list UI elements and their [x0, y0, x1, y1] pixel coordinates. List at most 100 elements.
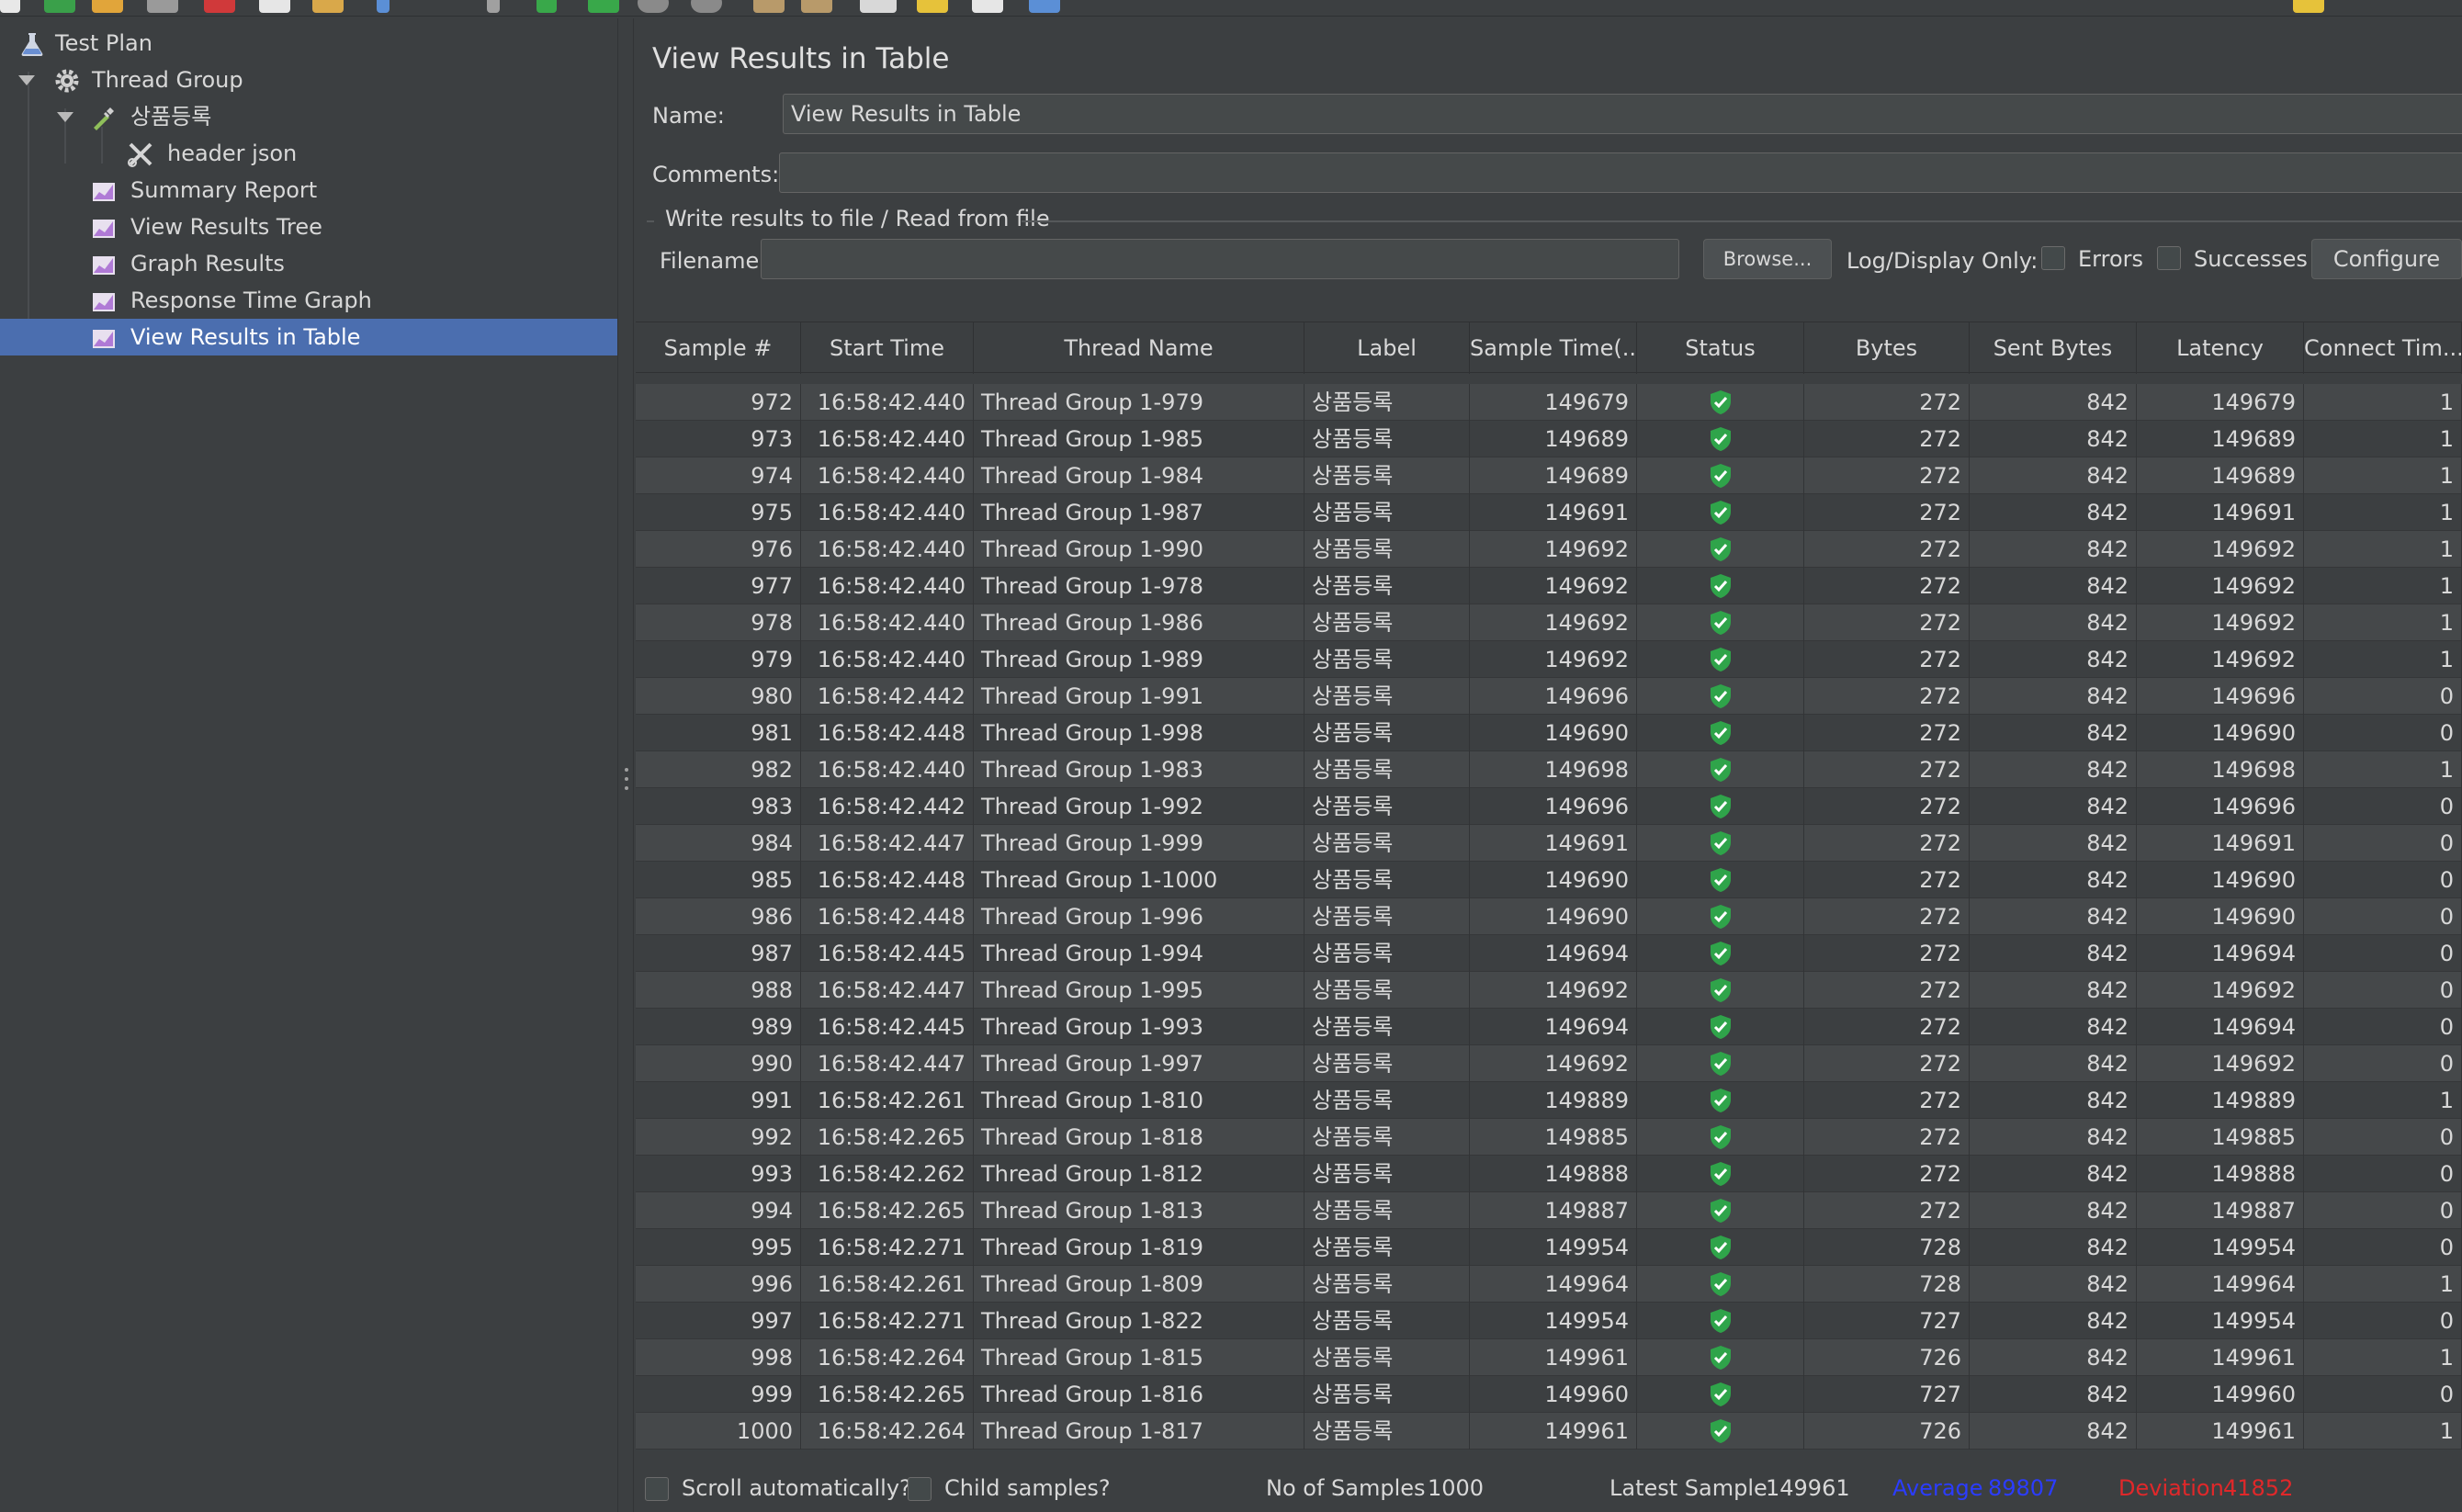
results-table[interactable]: Sample # Start Time Thread Name Label Sample… [636, 322, 2462, 1451]
cell-thread-name: Thread Group 1-989 [974, 641, 1304, 678]
tree-item-thread-group[interactable]: Thread Group [0, 62, 617, 98]
clear-icon[interactable] [860, 0, 897, 13]
configure-button[interactable]: Configure [2311, 239, 2462, 279]
start-icon[interactable] [536, 0, 557, 13]
status-cell [1637, 1009, 1804, 1045]
table-row[interactable]: 994 16:58:42.265 Thread Group 1-813 상품등록 149… [636, 1192, 2462, 1229]
cell-sent-bytes: 842 [1970, 384, 2137, 421]
table-row[interactable]: 985 16:58:42.448 Thread Group 1-1000 상품등록 14… [636, 862, 2462, 898]
column-header-latency[interactable]: Latency [2137, 322, 2304, 374]
templates-icon[interactable] [44, 0, 75, 13]
table-row[interactable]: 973 16:58:42.440 Thread Group 1-985 상품등록 149… [636, 421, 2462, 457]
expand-icon[interactable] [377, 0, 390, 13]
scroll-automatically-checkbox[interactable] [645, 1477, 669, 1501]
tree-item-view-results-in-table[interactable]: View Results in Table [0, 319, 617, 355]
column-header-status[interactable]: Status [1637, 322, 1804, 374]
cell-sample-time: 149696 [1470, 788, 1637, 825]
table-row[interactable]: 984 16:58:42.447 Thread Group 1-999 상품등록 149… [636, 825, 2462, 862]
search-icon[interactable] [917, 0, 948, 13]
comments-field[interactable] [779, 152, 2462, 193]
table-row[interactable]: 979 16:58:42.440 Thread Group 1-989 상품등록 149… [636, 641, 2462, 678]
cell-sample-time: 149692 [1470, 568, 1637, 604]
cell-bytes: 272 [1804, 751, 1970, 788]
tree-item-test-plan[interactable]: Test Plan [0, 25, 617, 62]
tree-item-header-json[interactable]: header json [0, 135, 617, 172]
remote-start-icon[interactable] [753, 0, 785, 13]
tree-item-graph-results[interactable]: Graph Results [0, 245, 617, 282]
table-row[interactable]: 982 16:58:42.440 Thread Group 1-983 상품등록 149… [636, 751, 2462, 788]
table-row[interactable]: 1000 16:58:42.264 Thread Group 1-817 상품등록 14… [636, 1413, 2462, 1450]
table-row[interactable]: 992 16:58:42.265 Thread Group 1-818 상품등록 149… [636, 1119, 2462, 1156]
cut-icon[interactable] [204, 0, 235, 13]
successes-checkbox[interactable] [2157, 246, 2181, 270]
table-row[interactable]: 996 16:58:42.261 Thread Group 1-809 상품등록 149… [636, 1266, 2462, 1303]
scroll-automatically-label: Scroll automatically? [682, 1475, 911, 1501]
table-row[interactable]: 975 16:58:42.440 Thread Group 1-987 상품등록 149… [636, 494, 2462, 531]
tree-item-label: Graph Results [130, 251, 285, 276]
browse-button[interactable]: Browse... [1703, 239, 1832, 279]
stop-icon[interactable] [638, 0, 669, 13]
column-header-connect-time[interactable]: Connect Tim... [2304, 322, 2462, 374]
name-field[interactable]: View Results in Table [783, 94, 2462, 134]
table-row[interactable]: 991 16:58:42.261 Thread Group 1-810 상품등록 149… [636, 1082, 2462, 1119]
help-icon[interactable] [1029, 0, 1060, 13]
cell-bytes: 272 [1804, 1082, 1970, 1119]
panel-splitter[interactable] [617, 18, 634, 1512]
table-row[interactable]: 978 16:58:42.440 Thread Group 1-986 상품등록 149… [636, 604, 2462, 641]
warning-icon[interactable] [2293, 0, 2324, 13]
table-row[interactable]: 983 16:58:42.442 Thread Group 1-992 상품등록 149… [636, 788, 2462, 825]
column-header-bytes[interactable]: Bytes [1804, 322, 1970, 374]
copy-icon[interactable] [259, 0, 290, 13]
filename-field[interactable] [761, 239, 1679, 279]
errors-checkbox[interactable] [2041, 246, 2065, 270]
tree-item-response-time-graph[interactable]: Response Time Graph [0, 282, 617, 319]
tree-item-view-results-tree[interactable]: View Results Tree [0, 209, 617, 245]
column-header-start-time[interactable]: Start Time [801, 322, 974, 374]
table-row[interactable]: 974 16:58:42.440 Thread Group 1-984 상품등록 149… [636, 457, 2462, 494]
cell-sample-number: 977 [636, 568, 801, 604]
new-icon[interactable] [0, 0, 20, 13]
table-row[interactable]: 972 16:58:42.440 Thread Group 1-979 상품등록 149… [636, 384, 2462, 421]
cell-bytes: 272 [1804, 641, 1970, 678]
column-header-sent-bytes[interactable]: Sent Bytes [1970, 322, 2137, 374]
column-header-thread-name[interactable]: Thread Name [974, 322, 1304, 374]
table-row[interactable]: 999 16:58:42.265 Thread Group 1-816 상품등록 149… [636, 1376, 2462, 1413]
cell-latency: 149954 [2137, 1229, 2304, 1266]
table-row[interactable]: 977 16:58:42.440 Thread Group 1-978 상품등록 149… [636, 568, 2462, 604]
tree-item-summary-report[interactable]: Summary Report [0, 172, 617, 209]
cell-thread-name: Thread Group 1-816 [974, 1376, 1304, 1413]
table-body[interactable]: 972 16:58:42.440 Thread Group 1-979 상품등록 149… [636, 373, 2462, 1451]
cell-latency: 149960 [2137, 1376, 2304, 1413]
remote-stop-icon[interactable] [801, 0, 832, 13]
results-panel: View Results in Table Name: View Results… [634, 18, 2462, 1512]
start-no-pause-icon[interactable] [588, 0, 619, 13]
open-icon[interactable] [92, 0, 123, 13]
cell-label: 상품등록 [1304, 1045, 1470, 1082]
tree-item-sampler[interactable]: 상품등록 [0, 98, 617, 135]
table-row[interactable]: 993 16:58:42.262 Thread Group 1-812 상품등록 149… [636, 1156, 2462, 1192]
table-row[interactable]: 995 16:58:42.271 Thread Group 1-819 상품등록 149… [636, 1229, 2462, 1266]
column-header-sample-number[interactable]: Sample # [636, 322, 801, 374]
test-plan-tree[interactable]: Test Plan Thread Group 상품등록 header json [0, 18, 617, 1512]
table-row[interactable]: 988 16:58:42.447 Thread Group 1-995 상품등록 149… [636, 972, 2462, 1009]
function-helper-icon[interactable] [972, 0, 1003, 13]
child-samples-checkbox[interactable] [908, 1477, 932, 1501]
table-row[interactable]: 997 16:58:42.271 Thread Group 1-822 상품등록 149… [636, 1303, 2462, 1339]
shutdown-icon[interactable] [691, 0, 722, 13]
table-row[interactable]: 998 16:58:42.264 Thread Group 1-815 상품등록 149… [636, 1339, 2462, 1376]
table-row[interactable]: 986 16:58:42.448 Thread Group 1-996 상품등록 149… [636, 898, 2462, 935]
table-row[interactable]: 987 16:58:42.445 Thread Group 1-994 상품등록 149… [636, 935, 2462, 972]
column-header-sample-time[interactable]: Sample Time(... [1470, 322, 1637, 374]
table-row[interactable]: 980 16:58:42.442 Thread Group 1-991 상품등록 149… [636, 678, 2462, 715]
table-row[interactable]: 990 16:58:42.447 Thread Group 1-997 상품등록 149… [636, 1045, 2462, 1082]
table-row[interactable]: 989 16:58:42.445 Thread Group 1-993 상품등록 149… [636, 1009, 2462, 1045]
chevron-down-icon[interactable] [18, 75, 35, 85]
paste-icon[interactable] [312, 0, 344, 13]
table-row[interactable]: 981 16:58:42.448 Thread Group 1-998 상품등록 149… [636, 715, 2462, 751]
table-row[interactable]: 976 16:58:42.440 Thread Group 1-990 상품등록 149… [636, 531, 2462, 568]
success-shield-icon [1710, 537, 1731, 561]
toggle-icon[interactable] [487, 0, 500, 13]
column-header-label[interactable]: Label [1304, 322, 1470, 374]
chevron-down-icon[interactable] [57, 112, 73, 122]
save-icon[interactable] [147, 0, 178, 13]
